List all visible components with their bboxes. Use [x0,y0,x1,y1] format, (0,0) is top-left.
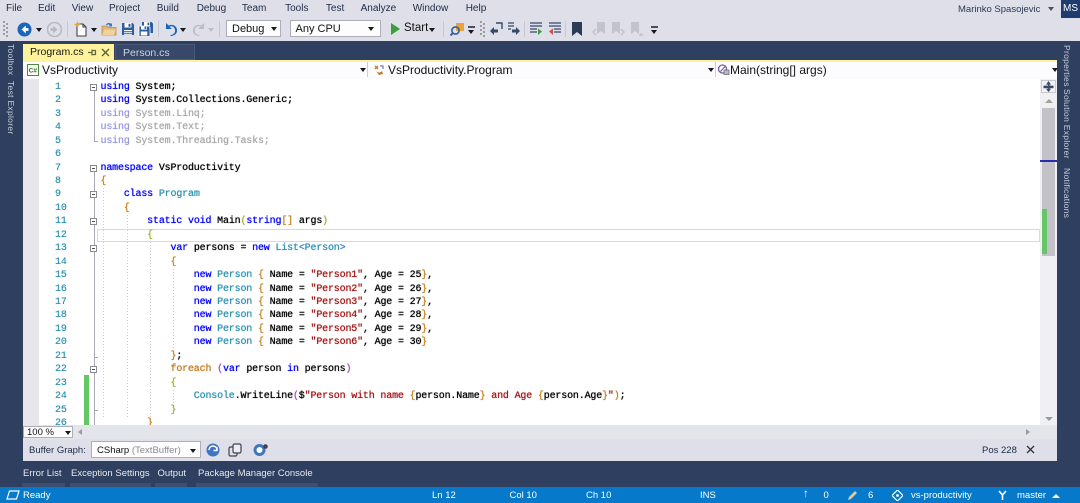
svg-text:C#: C# [29,68,38,75]
